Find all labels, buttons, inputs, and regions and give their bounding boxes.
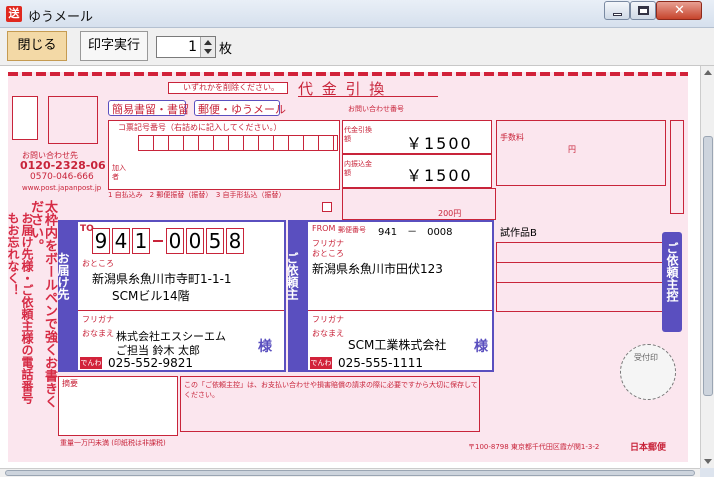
from-sama: 様: [474, 339, 488, 355]
footer-address: 〒100-8798 東京都千代田区霞が関1-3-2: [468, 443, 600, 451]
right-divider-2: [496, 282, 664, 283]
minimize-button[interactable]: [604, 1, 630, 20]
postal-digit: 0: [166, 228, 184, 254]
print-button[interactable]: 印字実行: [80, 31, 148, 61]
right-notes-box: [496, 120, 666, 186]
copies-value[interactable]: 1: [157, 37, 201, 57]
mail-form: いずれかを削除ください。 代 金 引 換 簡易書留・書留 郵便・ゆうメール お問…: [6, 72, 688, 462]
horizontal-scroll-thumb[interactable]: [5, 470, 695, 476]
website: www.post.japanpost.jp: [22, 184, 102, 192]
vertical-banner: ご依頼主控: [665, 242, 679, 302]
maximize-icon: [638, 6, 649, 15]
from-furigana-label-2: フリガナ: [312, 315, 344, 324]
to-furigana-label: フリガナ: [82, 315, 114, 324]
header-note: いずれかを削除ください。: [183, 83, 279, 92]
postal-digit: 8: [226, 228, 244, 254]
scroll-up-icon[interactable]: [704, 70, 712, 75]
record-digits: [138, 135, 338, 151]
app-icon: 送: [6, 6, 22, 22]
postal-digit: 1: [132, 228, 150, 254]
from-phone-tag: でんわ: [310, 357, 332, 369]
to-sama: 様: [258, 339, 272, 355]
right-detail-box: [496, 242, 664, 312]
left-footer: 重量一万円未満 (印紙税は非課税): [60, 439, 166, 447]
postal-digit: 5: [206, 228, 224, 254]
red-instruction-2: お届け先様・ご依頼主様の電話番号もお忘れなく！: [6, 212, 34, 404]
date-box: [342, 188, 496, 220]
copies-stepper[interactable]: 1: [156, 36, 216, 58]
left-info-box: [12, 96, 38, 140]
copies-unit: 枚: [219, 42, 233, 57]
left-info-box-2: [48, 96, 98, 144]
title-bar: 送 ゆうメール ✕: [0, 0, 714, 28]
collect-amount: ￥1500: [406, 166, 473, 185]
footer-company: 日本郵便: [630, 443, 667, 453]
close-window-button[interactable]: ✕: [656, 1, 702, 20]
from-divider: [308, 310, 492, 311]
to-address-line2: SCMビル14階: [112, 289, 190, 303]
header-underline: [298, 96, 438, 97]
to-phone: 025-552-9821: [108, 356, 194, 370]
from-postal: 941 － 0008: [378, 227, 453, 238]
footer-note: この「ご依頼主控」は、お支払い合わせや損害賠償の請求の際に必要ですから大切に保存…: [184, 381, 478, 399]
from-label: FROM: [312, 224, 336, 233]
postal-digit: 4: [112, 228, 130, 254]
copies-arrows[interactable]: [200, 37, 215, 57]
phone-main: 0120-2328-06: [20, 159, 106, 172]
from-address-label: おところ: [312, 249, 344, 258]
record-no-label: コ票記号番号（右詰めに記入してください。）: [118, 123, 282, 132]
from-phone: 025-555-1111: [338, 356, 424, 370]
to-address-line1: 新潟県糸魚川市寺町1-1-1: [92, 272, 232, 286]
print-preview: いずれかを削除ください。 代 金 引 換 簡易書留・書留 郵便・ゆうメール お問…: [0, 66, 700, 468]
from-address: 新潟県糸魚川市田伏123: [312, 262, 443, 276]
window-title: ゆうメール: [28, 10, 94, 25]
to-name-label: おなまえ: [82, 329, 114, 338]
from-company: SCM工業株式会社: [348, 338, 447, 352]
phone-sub: 0570-046-666: [30, 172, 94, 182]
vertical-scroll-thumb[interactable]: [703, 136, 713, 396]
to-side-label: お届け先: [56, 252, 70, 300]
payment-options: 1 自払込み 2 郵便振替（振替） 3 自手形払込（振替）: [108, 191, 286, 199]
postal-digit: 0: [186, 228, 204, 254]
collect-label: 内振込金額: [344, 160, 372, 177]
stamp-text: 受付印: [634, 353, 658, 362]
toolbar: 閉じる 印字実行 1 枚: [0, 28, 714, 66]
cod-amount: ￥1500: [406, 134, 473, 153]
scroll-down-icon[interactable]: [704, 459, 712, 464]
decrement-icon[interactable]: [204, 49, 212, 54]
close-button[interactable]: 閉じる: [7, 31, 67, 61]
close-icon: ✕: [674, 3, 685, 18]
yen-label: 円: [568, 145, 576, 154]
red-instruction-1: 太枠内をボールペンで強くお書きください。: [28, 200, 57, 408]
right-divider-1: [496, 262, 664, 263]
service-simple-label: 簡易書留・書留: [112, 103, 189, 116]
addition-label: 加入者: [112, 164, 126, 181]
hand-label: 手数料: [500, 133, 524, 142]
to-divider: [78, 310, 284, 311]
service-mail-label: 郵便・ゆうメール: [198, 103, 286, 116]
to-phone-tag: でんわ: [80, 357, 102, 369]
postal-digit: 9: [92, 228, 110, 254]
checkbox[interactable]: [322, 202, 332, 212]
postal-code: 9 4 1 0 0 5 8: [92, 228, 272, 256]
from-postal-prefix: 郵便番号: [338, 226, 366, 234]
trial-label: 試作品B: [500, 228, 537, 239]
postal-dash: [153, 240, 163, 242]
from-name-label: おなまえ: [312, 329, 344, 338]
inquiry-label: お問い合わせ番号: [348, 105, 404, 113]
horizontal-scrollbar[interactable]: [0, 468, 700, 477]
top-stripe: [8, 72, 688, 76]
minimize-icon: [613, 13, 622, 16]
cod-amount-label: 代金引換額: [344, 126, 372, 143]
maximize-button[interactable]: [630, 1, 656, 20]
edge-box: [670, 120, 684, 214]
to-address-label: おところ: [82, 259, 114, 268]
summary-label: 摘要: [62, 379, 78, 388]
price-label: 200円: [438, 209, 462, 218]
vertical-scrollbar[interactable]: [700, 66, 714, 468]
from-side-label: ご依頼主: [285, 252, 299, 300]
increment-icon[interactable]: [204, 40, 212, 45]
